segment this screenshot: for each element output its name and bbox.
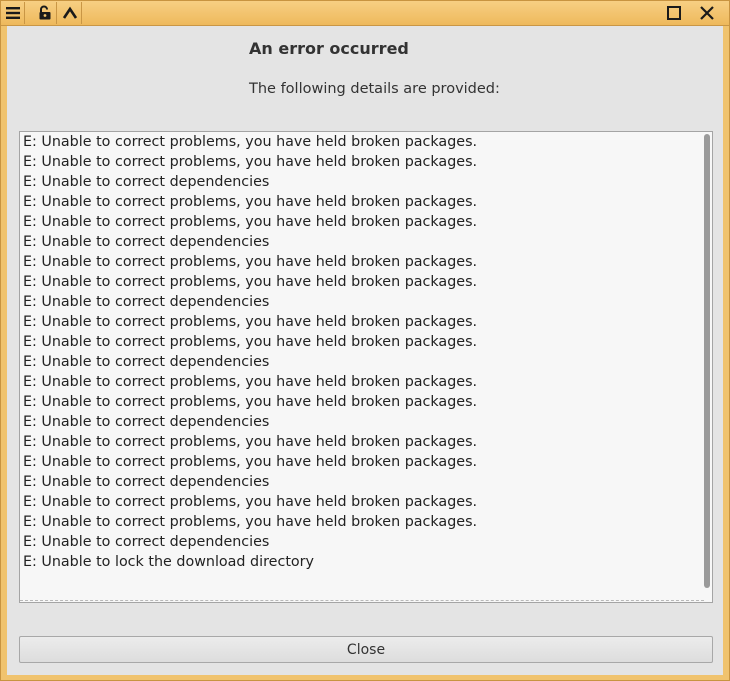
log-line: E: Unable to correct dependencies: [23, 474, 270, 490]
title-bar[interactable]: [1, 1, 729, 26]
log-line: E: Unable to correct problems, you have …: [23, 514, 478, 530]
dialog-content: An error occurred The following details …: [7, 26, 723, 675]
log-line: E: Unable to correct problems, you have …: [23, 194, 478, 210]
close-icon: [700, 6, 714, 20]
log-line: E: Unable to correct problems, you have …: [23, 334, 478, 350]
keep-above-button[interactable]: [59, 2, 82, 24]
log-line: E: Unable to correct problems, you have …: [23, 274, 478, 290]
maximize-icon: [667, 6, 681, 20]
log-line: E: Unable to correct dependencies: [23, 414, 270, 430]
menu-icon: [6, 7, 20, 19]
log-line: E: Unable to correct dependencies: [23, 354, 270, 370]
error-details-text: E: Unable to correct problems, you have …: [23, 132, 693, 572]
log-line: E: Unable to correct dependencies: [23, 174, 270, 190]
log-line: E: Unable to correct problems, you have …: [23, 374, 478, 390]
close-window-button[interactable]: [696, 2, 718, 24]
window-menu-button[interactable]: [2, 2, 25, 24]
vertical-scrollbar[interactable]: [704, 134, 710, 588]
unlock-icon: [39, 5, 51, 20]
log-line: E: Unable to lock the download directory: [23, 554, 315, 570]
log-line: E: Unable to correct problems, you have …: [23, 454, 478, 470]
log-line: E: Unable to correct problems, you have …: [23, 314, 478, 330]
error-dialog-window: An error occurred The following details …: [0, 0, 730, 681]
close-button[interactable]: Close: [19, 636, 713, 663]
log-line: E: Unable to correct dependencies: [23, 534, 270, 550]
log-line: E: Unable to correct problems, you have …: [23, 494, 478, 510]
on-all-desktops-button[interactable]: [34, 2, 57, 24]
log-line: E: Unable to correct problems, you have …: [23, 254, 478, 270]
maximize-button[interactable]: [663, 2, 685, 24]
log-line: E: Unable to correct dependencies: [23, 294, 270, 310]
dialog-subheading: The following details are provided:: [249, 81, 500, 97]
log-line: E: Unable to correct problems, you have …: [23, 214, 478, 230]
log-line: E: Unable to correct problems, you have …: [23, 134, 478, 150]
log-line: E: Unable to correct problems, you have …: [23, 154, 478, 170]
textview-bottom-edge: [20, 600, 704, 601]
dialog-heading: An error occurred: [249, 39, 409, 58]
log-line: E: Unable to correct problems, you have …: [23, 394, 478, 410]
keep-above-icon: [62, 6, 78, 19]
log-line: E: Unable to correct dependencies: [23, 234, 270, 250]
error-details-textview[interactable]: E: Unable to correct problems, you have …: [19, 131, 713, 603]
log-line: E: Unable to correct problems, you have …: [23, 434, 478, 450]
